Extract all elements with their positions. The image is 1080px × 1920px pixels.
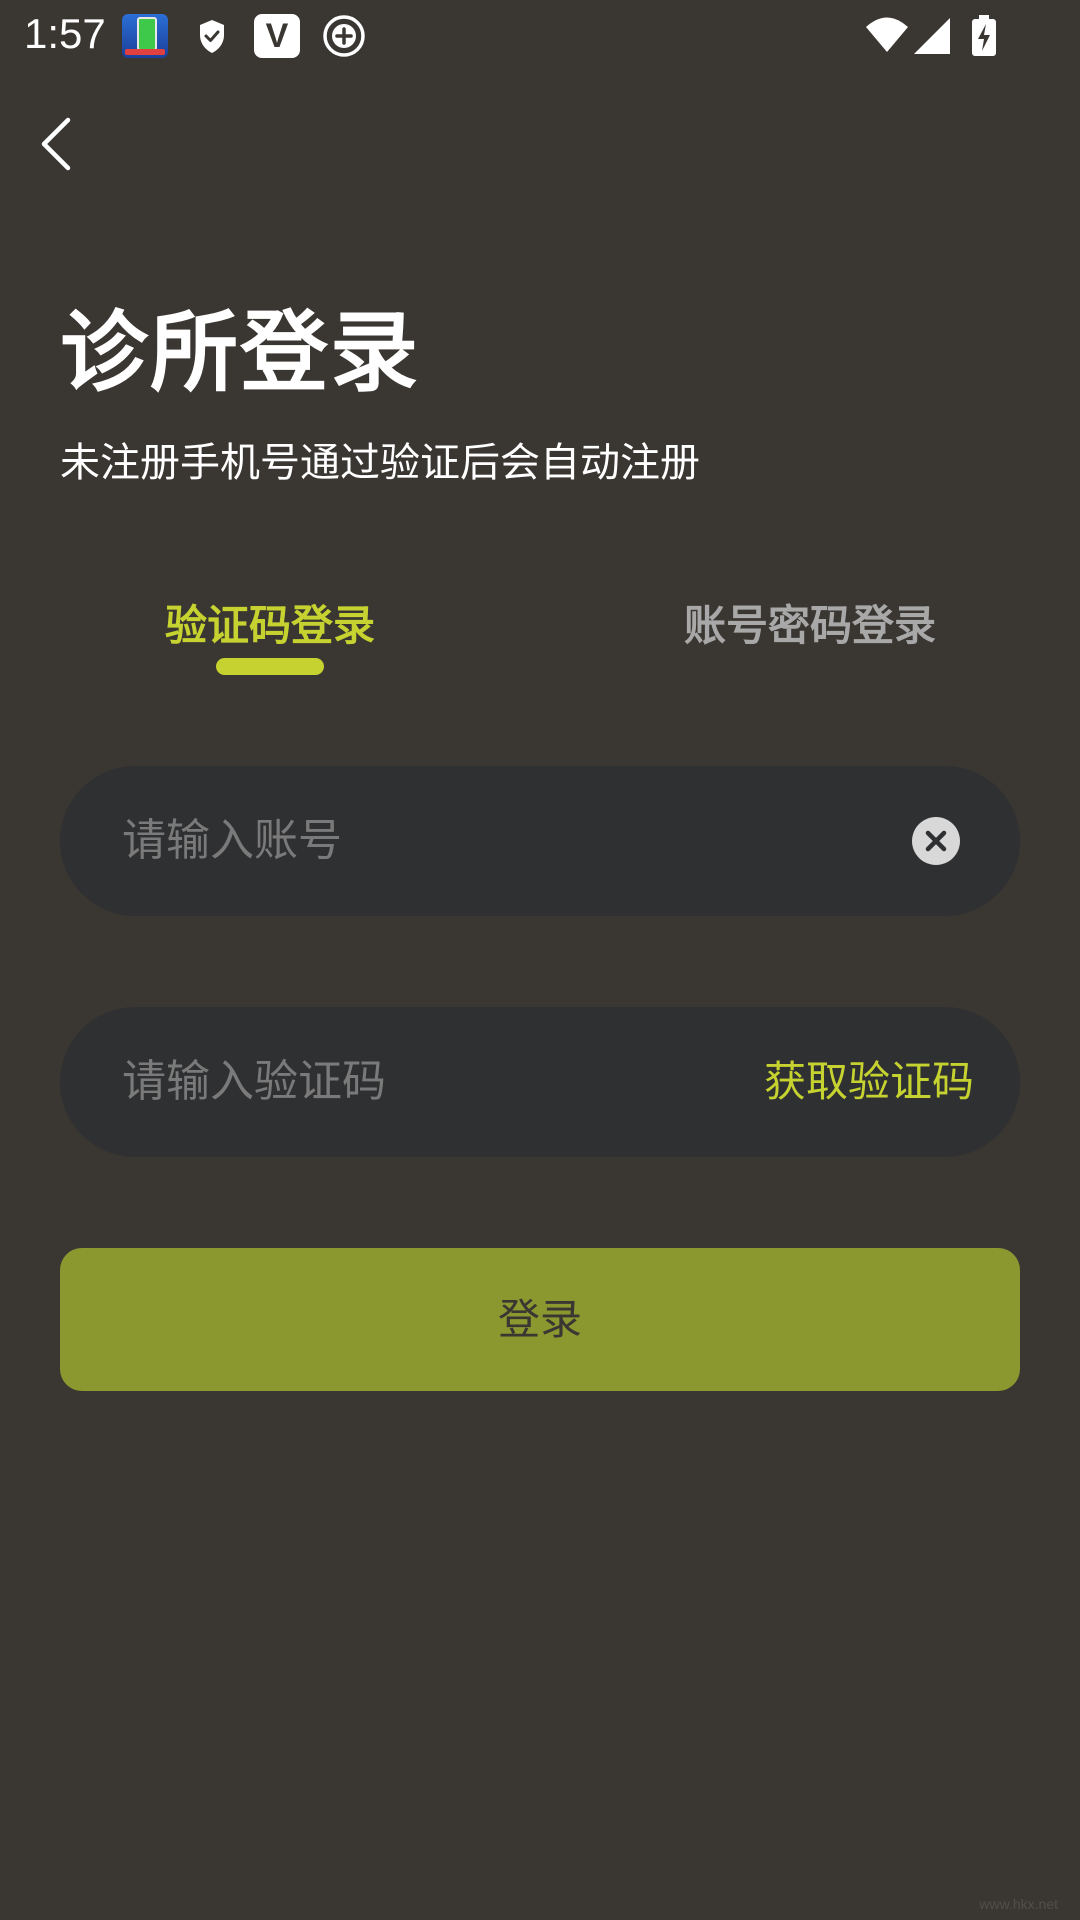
battery-charging-icon	[972, 15, 996, 56]
verification-code-input[interactable]	[122, 1007, 722, 1157]
tab-password-login[interactable]: 账号密码登录	[640, 592, 980, 653]
watermark: www.hkx.net	[979, 1896, 1058, 1912]
clear-icon[interactable]	[912, 817, 960, 865]
get-code-button[interactable]: 获取验证码	[764, 1007, 974, 1157]
signal-icon	[914, 18, 950, 54]
page-title: 诊所登录	[60, 301, 421, 404]
back-button[interactable]	[30, 112, 86, 176]
subtitle: 未注册手机号通过验证后会自动注册	[60, 440, 700, 486]
tab-sms-login[interactable]: 验证码登录	[110, 592, 430, 653]
v-app-icon: V	[254, 14, 300, 58]
account-field-container	[60, 766, 1020, 916]
status-bar: 1:57 V	[0, 0, 1080, 72]
login-button[interactable]: 登录	[60, 1248, 1020, 1391]
shield-icon	[200, 20, 224, 53]
plus-circle-icon	[323, 15, 365, 57]
code-field-container: 获取验证码	[60, 1007, 1020, 1157]
status-time: 1:57	[24, 10, 106, 57]
active-tab-indicator	[216, 658, 324, 675]
account-input[interactable]	[122, 766, 722, 916]
wifi-icon	[866, 17, 908, 52]
battery-app-icon	[122, 14, 168, 58]
